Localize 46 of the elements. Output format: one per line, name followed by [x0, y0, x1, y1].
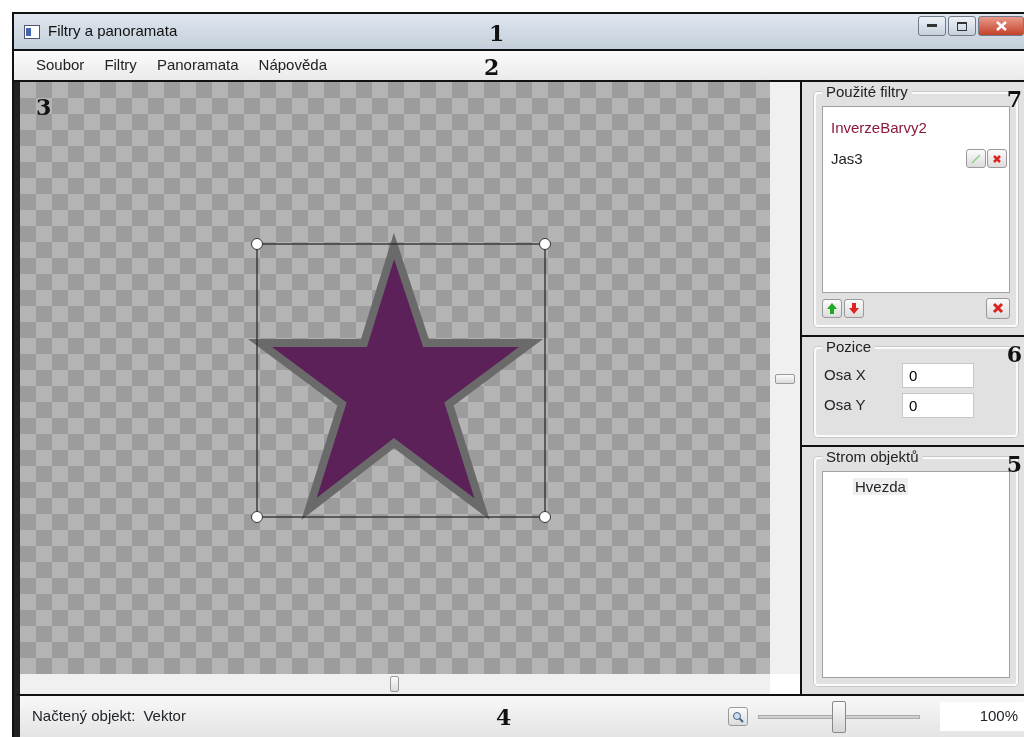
- menu-item[interactable]: Panoramata: [146, 52, 249, 79]
- delete-icon: [992, 302, 1004, 314]
- vertical-scrollbar[interactable]: [770, 82, 800, 674]
- zoom-icon: [732, 710, 744, 723]
- app-icon: [24, 24, 40, 39]
- maximize-icon: [957, 21, 967, 31]
- move-down-button[interactable]: [844, 298, 864, 318]
- menu-item[interactable]: Nápověda: [248, 52, 337, 79]
- group-title: Strom objektů: [822, 448, 923, 466]
- annotation-number: 2: [484, 56, 500, 78]
- minimize-icon: [927, 24, 937, 28]
- arrow-up-icon: [826, 301, 838, 315]
- field-label: Osa Y: [823, 395, 867, 416]
- menu-item[interactable]: Soubor: [26, 52, 95, 79]
- minimize-button[interactable]: [918, 16, 946, 36]
- maximize-button[interactable]: [948, 16, 976, 36]
- annotation-number: 1: [489, 22, 505, 44]
- annotation-number: 5: [1006, 453, 1022, 475]
- annotation-number: 3: [36, 96, 52, 118]
- horizontal-scrollbar[interactable]: [20, 674, 770, 694]
- annotation-number: 4: [496, 706, 512, 728]
- list-item[interactable]: InverzeBarvy2: [831, 117, 927, 140]
- pencil-icon: [971, 153, 981, 164]
- remove-button[interactable]: [986, 297, 1010, 319]
- position-field[interactable]: 0: [902, 393, 974, 418]
- edit-button[interactable]: [966, 149, 986, 169]
- move-up-button[interactable]: [822, 298, 842, 318]
- close-icon: [995, 21, 1007, 31]
- window-title: Filtry a panoramata: [48, 21, 178, 42]
- group-title: Použité filtry: [822, 83, 912, 101]
- position-field[interactable]: 0: [902, 363, 974, 388]
- status-label: Načtený objekt:: [32, 706, 136, 727]
- arrow-down-icon: [848, 301, 860, 315]
- field-label: Osa X: [823, 365, 867, 386]
- zoom-slider-thumb[interactable]: [832, 700, 846, 733]
- tree-item[interactable]: Hvezda: [853, 478, 908, 495]
- zoom-value: 100%: [940, 702, 1024, 731]
- list-item[interactable]: Jas3: [831, 147, 863, 170]
- zoom-button[interactable]: [728, 707, 748, 726]
- annotation-number: 7: [1006, 88, 1022, 110]
- menu-item[interactable]: Filtry: [94, 52, 147, 79]
- annotation-number: 6: [1006, 343, 1022, 365]
- status-value: Vektor: [143, 706, 186, 727]
- delete-button[interactable]: [987, 149, 1007, 169]
- close-button[interactable]: [978, 16, 1024, 36]
- delete-icon: [992, 153, 1002, 164]
